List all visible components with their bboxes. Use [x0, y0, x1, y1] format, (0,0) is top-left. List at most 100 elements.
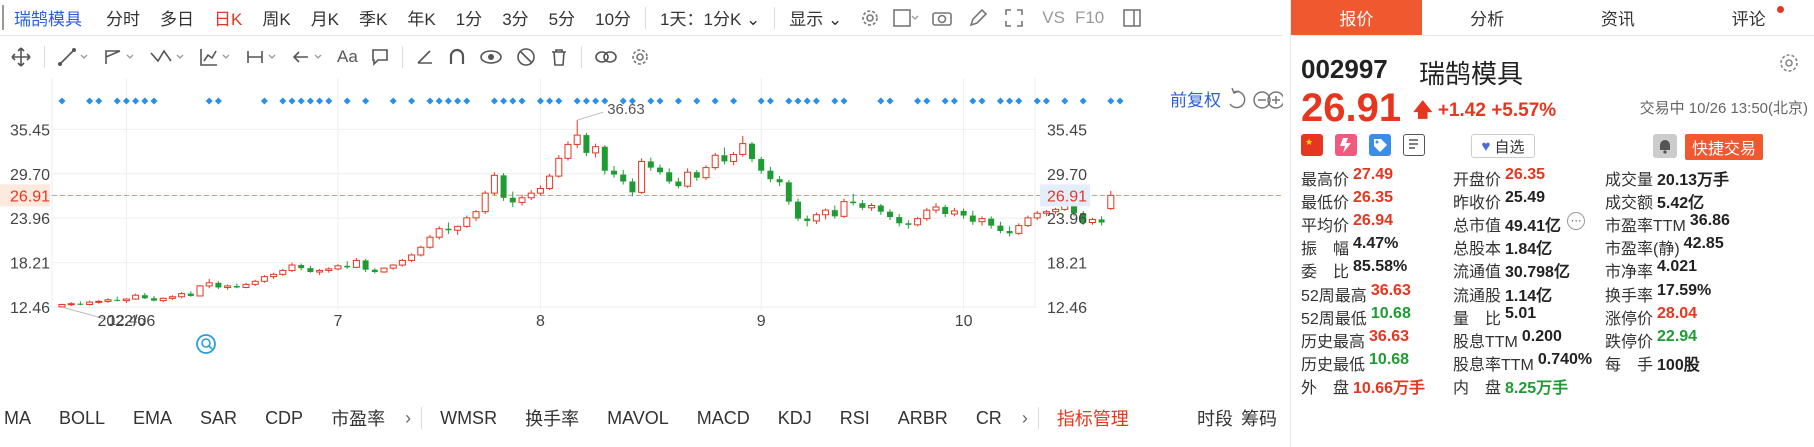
link-icon[interactable] — [588, 37, 624, 77]
sidebar-toggle-icon[interactable] — [1114, 0, 1150, 36]
indicator-turnover[interactable]: 换手率 — [511, 405, 593, 431]
indicator-mavol[interactable]: MAVOL — [593, 408, 683, 429]
indicator-sar[interactable]: SAR — [186, 408, 251, 429]
angle-icon[interactable] — [409, 37, 441, 77]
favorite-label: 自选 — [1494, 138, 1525, 156]
y-tick-label: 18.21 — [1047, 256, 1087, 273]
event-marker-diamond — [316, 97, 324, 105]
candle-body — [776, 179, 783, 183]
chevron-right-icon[interactable]: › — [1016, 408, 1034, 429]
period-tab-quarterly[interactable]: 季K — [349, 5, 397, 30]
settings-icon[interactable] — [852, 0, 888, 36]
color-square-icon[interactable] — [888, 0, 924, 36]
more-icon[interactable]: ⋯ — [1567, 211, 1586, 230]
indicator-ema[interactable]: EMA — [119, 408, 186, 429]
period-dropdown[interactable]: 1天：1分K ⌄ — [650, 5, 770, 30]
channel-tool-icon[interactable] — [97, 37, 143, 77]
indicator-cdp[interactable]: CDP — [251, 408, 317, 429]
indicator-kdj[interactable]: KDJ — [764, 408, 826, 429]
candle — [298, 263, 305, 271]
candle — [58, 303, 66, 308]
period-tab-weekly[interactable]: 周K — [252, 5, 300, 30]
event-marker-diamond — [812, 97, 820, 105]
settings-icon[interactable] — [1778, 52, 1800, 79]
stat-value: 20.13万手 — [1657, 171, 1730, 189]
comment-tool-icon[interactable] — [364, 37, 396, 77]
indicator-pe[interactable]: 市盈率 — [317, 405, 399, 431]
indicator-manage-button[interactable]: 指标管理 — [1043, 405, 1143, 431]
wave-tool-icon[interactable] — [143, 37, 193, 77]
quick-trade-button[interactable]: 快捷交易 — [1685, 134, 1763, 160]
chip-distribution-button[interactable]: 筹码 — [1237, 405, 1283, 431]
tab-comments[interactable]: 评论 — [1683, 0, 1814, 35]
stat-cell: 外 盘 10.66万手 — [1301, 374, 1453, 398]
period-tab-daily[interactable]: 日K — [204, 5, 252, 30]
text-tool-icon[interactable]: Aa — [331, 37, 364, 77]
arrow-tool-icon[interactable] — [285, 37, 331, 77]
indicator-rsi[interactable]: RSI — [826, 408, 884, 429]
period-range-button[interactable]: 时段 — [1193, 405, 1237, 431]
candle — [408, 253, 416, 262]
camera-icon[interactable] — [924, 0, 960, 36]
kline-chart[interactable]: 36.63 12.46 35.45 29.70 23.96 18.21 12.46 26.9… — [0, 78, 1290, 384]
candle — [721, 147, 728, 165]
document-icon[interactable] — [1403, 134, 1425, 156]
period-tab-1min[interactable]: 1分 — [446, 5, 492, 30]
indicator-ma[interactable]: MA — [0, 408, 45, 429]
period-tab-monthly[interactable]: 月K — [301, 5, 349, 30]
f10-button[interactable]: F10 — [1075, 8, 1114, 28]
line-tool-icon[interactable] — [51, 37, 97, 77]
bell-icon[interactable] — [1653, 134, 1677, 158]
indicator-cr[interactable]: CR — [962, 408, 1016, 429]
adjust-mode-label[interactable]: 前复权 — [1170, 91, 1221, 110]
magnet-icon[interactable] — [441, 37, 473, 77]
search-icon[interactable] — [196, 334, 216, 354]
move-icon[interactable] — [4, 37, 38, 77]
candle — [620, 169, 627, 185]
event-marker-diamond — [757, 97, 765, 105]
stat-value: 5.01 — [1505, 304, 1537, 322]
stock-name-label[interactable]: 瑞鹄模具 — [2, 5, 96, 30]
period-tab-3min[interactable]: 3分 — [492, 5, 538, 30]
indicator-wmsr[interactable]: WMSR — [426, 408, 511, 429]
eye-icon[interactable] — [473, 37, 509, 77]
hide-icon[interactable] — [509, 37, 543, 77]
period-tab-5min[interactable]: 5分 — [539, 5, 585, 30]
period-tab-10min[interactable]: 10分 — [585, 5, 641, 30]
trash-icon[interactable] — [543, 37, 575, 77]
pencil-icon[interactable] — [960, 0, 996, 36]
candle-body — [887, 211, 893, 218]
fullscreen-icon[interactable] — [996, 0, 1032, 36]
tab-news[interactable]: 资讯 — [1553, 0, 1684, 35]
candle-body — [490, 174, 498, 194]
candle — [564, 141, 572, 161]
gear-icon[interactable] — [624, 37, 656, 77]
chevron-right-icon[interactable]: › — [399, 408, 417, 429]
stat-label: 涨停价 — [1605, 310, 1654, 328]
x-axis: 2022/06 7 8 9 10 — [97, 313, 972, 330]
stat-value: 26.94 — [1353, 211, 1394, 229]
indicator-boll[interactable]: BOLL — [45, 408, 119, 429]
undo-icon[interactable] — [1229, 87, 1246, 109]
period-tab-multiday[interactable]: 多日 — [150, 5, 204, 30]
stat-label: 52周最低 — [1301, 310, 1367, 328]
candle — [923, 207, 931, 221]
tab-analysis[interactable]: 分析 — [1422, 0, 1553, 35]
stock-code: 002997 — [1301, 54, 1388, 84]
range-tool-icon[interactable] — [239, 37, 285, 77]
display-dropdown[interactable]: 显示 ⌄ — [779, 5, 852, 30]
fib-tool-icon[interactable] — [193, 37, 239, 77]
tab-quote[interactable]: 报价 — [1291, 0, 1422, 35]
event-marker-diamond — [463, 97, 471, 105]
indicator-macd[interactable]: MACD — [683, 408, 764, 429]
add-favorite-button[interactable]: ♥ 自选 — [1471, 134, 1535, 158]
candle-body — [362, 260, 369, 270]
period-tab-yearly[interactable]: 年K — [397, 5, 445, 30]
stat-value: 10.68 — [1369, 351, 1410, 369]
kline-svg[interactable]: 36.63 12.46 35.45 29.70 23.96 18.21 12.46 26.9… — [0, 78, 1290, 384]
vs-button[interactable]: VS — [1032, 8, 1075, 28]
period-tab-intraday[interactable]: 分时 — [96, 5, 150, 30]
candle — [151, 295, 157, 302]
candle — [555, 155, 563, 178]
indicator-arbr[interactable]: ARBR — [884, 408, 962, 429]
